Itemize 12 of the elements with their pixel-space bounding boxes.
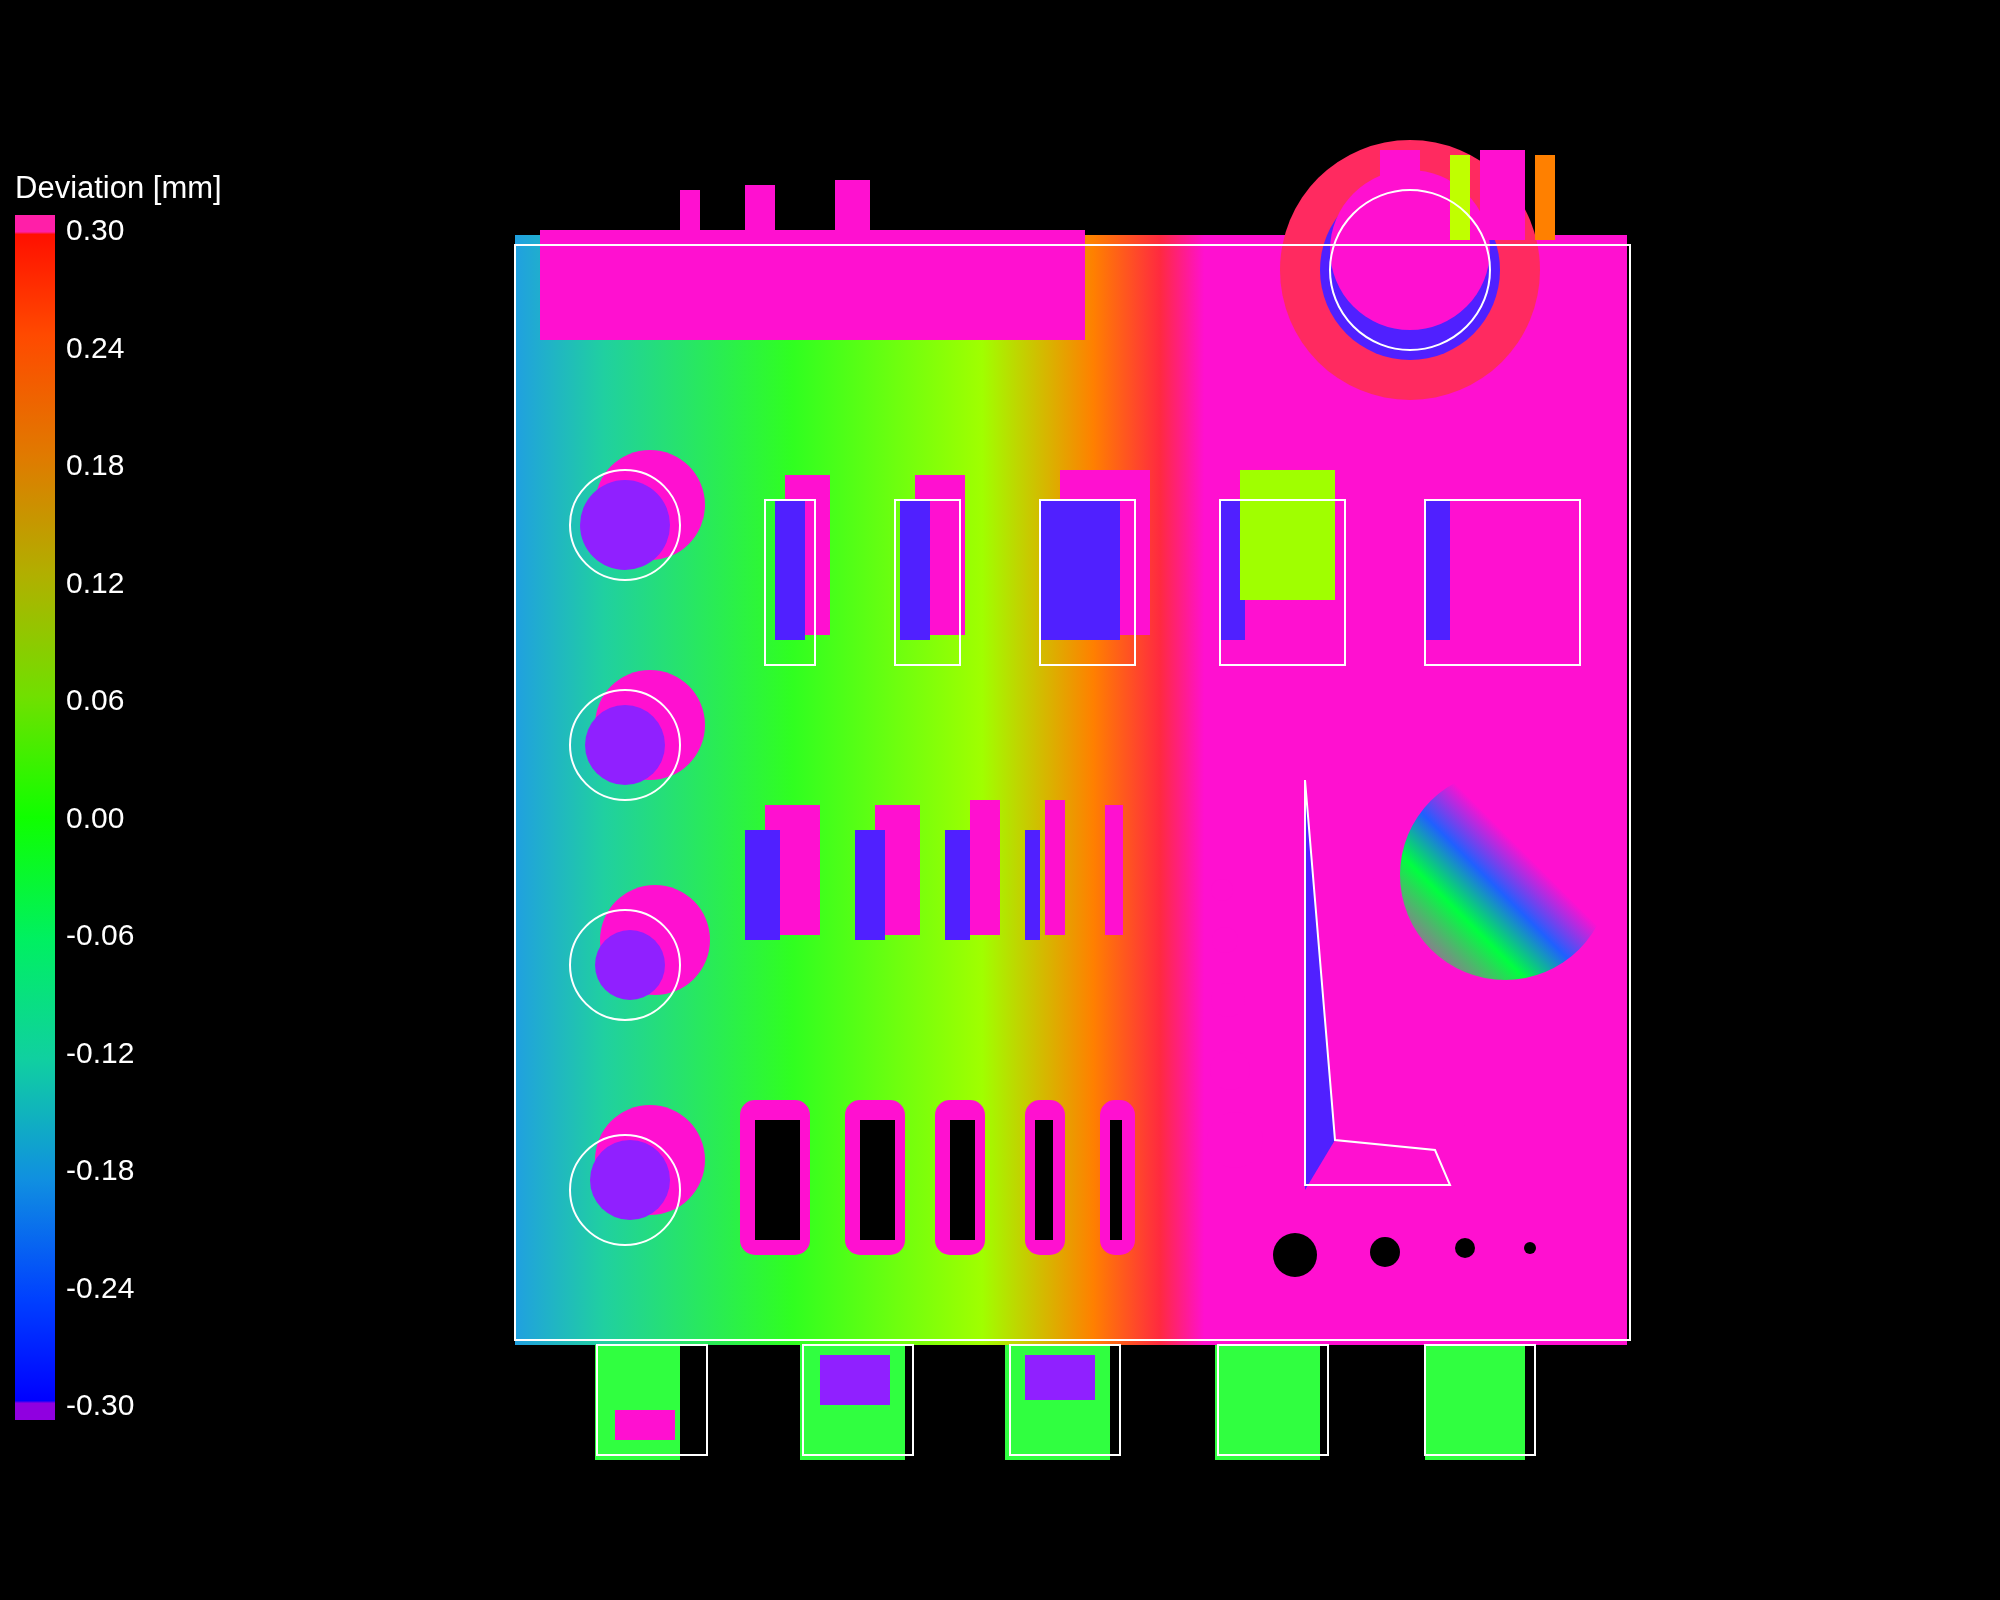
scale-label: -0.18 [66, 1155, 135, 1185]
scale-label: -0.30 [66, 1390, 135, 1420]
scale-label: 0.06 [66, 685, 125, 715]
scale-label: -0.24 [66, 1272, 135, 1303]
scale-label: 0.00 [66, 802, 125, 833]
scale-label: -0.06 [66, 920, 135, 950]
scale-label: 0.12 [66, 567, 125, 598]
legend-title: Deviation [mm] [15, 169, 223, 207]
scale-label: 0.30 [66, 215, 125, 245]
scale-label: -0.12 [66, 1037, 135, 1068]
scale-label: 0.24 [66, 332, 125, 363]
scale-label: 0.18 [66, 450, 125, 480]
